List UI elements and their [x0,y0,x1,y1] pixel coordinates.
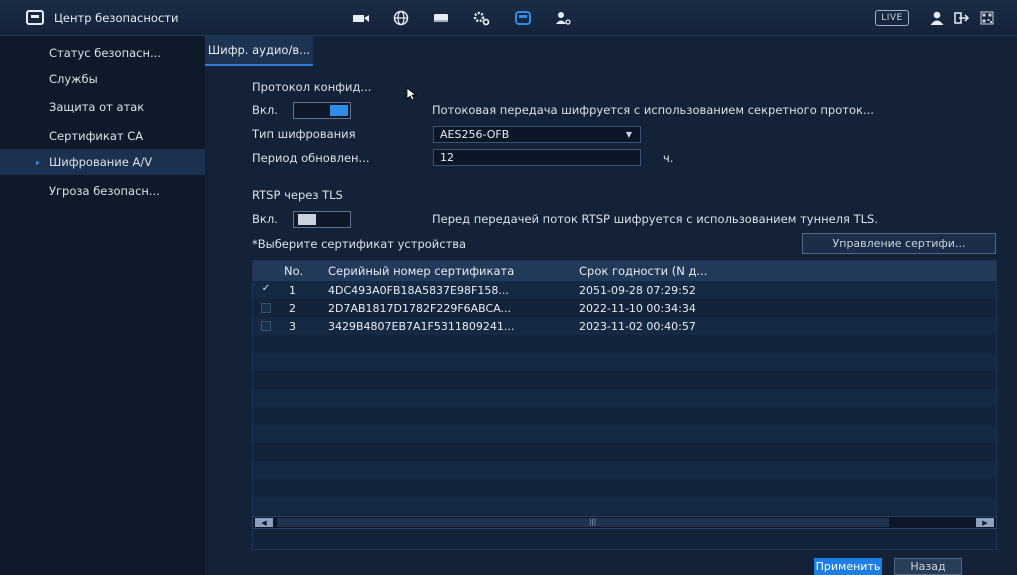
sidebar-item-label: Защита от атак [49,100,145,114]
table-row-empty [253,353,996,371]
table-row-empty [253,335,996,353]
cell-validity: 2022-11-10 00:34:34 [579,301,696,315]
table-body: ✓ 1 4DC493A0FB18A5837E98F158... 2051-09-… [253,281,996,549]
sidebar-item-av-encryption[interactable]: ▸ Шифрование A/V [0,149,205,175]
cell-validity: 2051-09-28 07:29:52 [579,283,696,297]
brand[interactable]: Центр безопасности [26,8,178,28]
horizontal-scrollbar[interactable]: ◀ ||| ▶ [252,516,997,529]
shield-icon [26,10,44,25]
sidebar-item-ca-certificate[interactable]: Сертификат CA [0,123,205,149]
table-row-empty [253,389,996,407]
sidebar-item-label: Статус безопасн... [49,46,161,60]
security-shield-icon[interactable] [512,9,534,27]
encryption-type-label: Тип шифрования [252,127,356,141]
cell-serial: 2D7AB1817D1782F229F6ABCA... [328,301,512,315]
table-row-empty [253,443,996,461]
user-settings-icon[interactable] [552,9,574,27]
rtsp-tls-title: RTSP через TLS [252,188,343,202]
table-row-empty [253,497,996,515]
mouse-cursor-icon [406,87,418,101]
user-icon[interactable] [926,9,948,27]
cell-no: 1 [289,283,296,297]
sidebar-item-label: Угроза безопасн... [49,184,160,198]
update-period-value: 12 [440,151,454,164]
rtsp-tls-toggle[interactable] [293,211,351,228]
update-period-input[interactable]: 12 [433,149,641,166]
header-no[interactable]: No. [284,261,303,281]
cell-no: 2 [289,301,296,315]
tab-av-encryption[interactable]: Шифр. аудио/в... [205,36,313,66]
table-row[interactable]: 2 2D7AB1817D1782F229F6ABCA... 2022-11-10… [253,299,996,317]
private-protocol-title: Протокол конфид... [252,80,372,94]
rtsp-tls-description: Перед передачей поток RTSP шифруется с и… [432,212,878,226]
sidebar: Статус безопасн... Службы Защита от атак… [0,36,205,575]
check-icon[interactable]: ✓ [261,284,271,295]
logout-icon[interactable] [950,9,972,27]
scroll-thumb[interactable] [277,518,889,527]
select-certificate-label: *Выберите сертификат устройства [252,237,467,251]
scroll-right-icon[interactable]: ▶ [976,518,994,527]
table-row-empty [253,461,996,479]
apply-button[interactable]: Применить [814,558,882,575]
camera-icon[interactable] [350,9,372,27]
table-row-empty [253,425,996,443]
scroll-grip-icon: ||| [589,518,597,526]
globe-icon[interactable] [390,9,412,27]
table-row-empty [253,371,996,389]
cell-validity: 2023-11-02 00:40:57 [579,319,696,333]
chevron-down-icon: ▼ [625,130,632,139]
update-period-label: Период обновлен... [252,151,370,165]
encryption-type-select[interactable]: AES256-OFB ▼ [433,126,641,143]
live-button[interactable]: LIVE [875,10,909,26]
update-period-unit: ч. [663,151,674,165]
header-serial[interactable]: Серийный номер сертификата [328,261,514,281]
sidebar-item-security-threat[interactable]: Угроза безопасн... [0,178,205,204]
private-enable-label: Вкл. [252,103,278,117]
main-panel: Шифр. аудио/в... Протокол конфид... Вкл.… [205,36,1017,575]
cell-no: 3 [289,319,296,333]
private-protocol-description: Потоковая передача шифруется с использов… [432,103,874,117]
sidebar-item-security-status[interactable]: Статус безопасн... [0,40,205,66]
toggle-knob [298,214,316,225]
settings-icon[interactable] [470,9,492,27]
table-row-empty [253,479,996,497]
sidebar-item-label: Службы [49,72,98,86]
header-validity[interactable]: Срок годности (N д... [579,261,707,281]
sidebar-item-services[interactable]: Службы [0,66,205,92]
chevron-right-icon: ▸ [36,158,41,167]
private-protocol-toggle[interactable] [293,102,351,119]
cell-serial: 4DC493A0FB18A5837E98F158... [328,283,509,297]
toggle-knob [330,105,348,116]
checkbox[interactable] [261,321,271,331]
rtsp-enable-label: Вкл. [252,212,278,226]
sidebar-item-attack-protection[interactable]: Защита от атак [0,94,205,120]
table-row-empty [253,407,996,425]
storage-icon[interactable] [430,9,452,27]
sidebar-item-label: Шифрование A/V [49,155,153,169]
top-bar: Центр безопасности LIVE [0,0,1017,36]
scroll-left-icon[interactable]: ◀ [255,518,273,527]
table-row[interactable]: ✓ 1 4DC493A0FB18A5837E98F158... 2051-09-… [253,281,996,299]
app-title: Центр безопасности [54,11,179,25]
manage-certificates-button[interactable]: Управление сертифи... [802,233,996,254]
encryption-type-value: AES256-OFB [440,128,510,141]
checkbox[interactable] [261,303,271,313]
table-row[interactable]: 3 3429B4807EB7A1F5311809241... 2023-11-0… [253,317,996,335]
certificate-table: No. Серийный номер сертификата Срок годн… [252,260,997,550]
table-header: No. Серийный номер сертификата Срок годн… [253,261,996,281]
sidebar-item-label: Сертификат CA [49,129,144,143]
cell-serial: 3429B4807EB7A1F5311809241... [328,319,515,333]
qr-code-icon[interactable] [976,9,998,27]
back-button[interactable]: Назад [894,558,962,575]
